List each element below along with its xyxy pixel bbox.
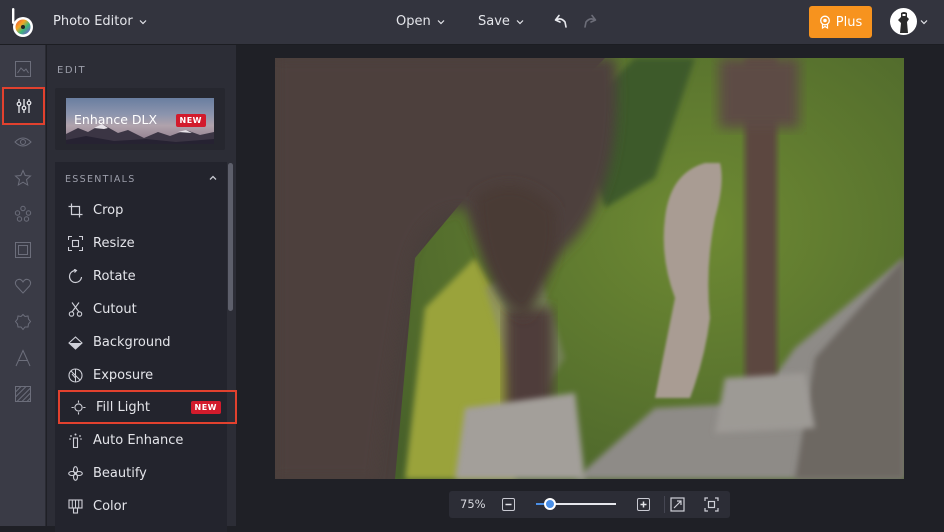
scissors-icon bbox=[68, 301, 82, 317]
rail-effects[interactable] bbox=[0, 124, 46, 160]
tool-crop[interactable]: Crop bbox=[57, 194, 225, 226]
background-icon bbox=[67, 335, 83, 350]
zoom-toolbar: 75% bbox=[449, 491, 730, 518]
rail-touch-up[interactable] bbox=[0, 196, 46, 232]
crop-icon bbox=[68, 203, 82, 217]
tool-rotate[interactable]: Rotate bbox=[57, 260, 225, 292]
adjustments-icon bbox=[16, 99, 31, 113]
user-avatar-icon bbox=[897, 11, 909, 33]
auto-enhance-icon bbox=[68, 433, 82, 448]
plus-icon bbox=[640, 501, 647, 508]
enhance-dlx-card[interactable]: Enhance DLX NEW bbox=[55, 88, 225, 150]
chevron-down-icon bbox=[920, 19, 928, 24]
heart-icon bbox=[14, 278, 32, 294]
edit-panel: EDIT Enhance DLX NEW ESSENTIALS Crop Res… bbox=[47, 45, 237, 532]
chevron-down-icon bbox=[516, 19, 524, 24]
tool-background[interactable]: Background bbox=[57, 326, 225, 358]
graphics-icon bbox=[14, 205, 32, 222]
save-menu-button[interactable]: Save bbox=[478, 14, 524, 29]
panel-section-label: EDIT bbox=[57, 65, 87, 76]
rail-overlays[interactable] bbox=[0, 268, 46, 304]
tool-label: Background bbox=[93, 334, 171, 350]
chevron-up-icon bbox=[209, 175, 217, 180]
rail-frames[interactable] bbox=[0, 232, 46, 268]
tool-auto-enhance[interactable]: Auto Enhance bbox=[57, 424, 225, 456]
tool-beautify[interactable]: Beautify bbox=[57, 457, 225, 489]
tool-resize[interactable]: Resize bbox=[57, 227, 225, 259]
rail-text[interactable] bbox=[0, 340, 46, 376]
tool-label: Fill Light bbox=[96, 399, 150, 415]
upgrade-plus-button[interactable]: Plus bbox=[809, 6, 872, 38]
undo-icon[interactable] bbox=[552, 12, 570, 30]
app-switcher[interactable]: Photo Editor bbox=[53, 14, 147, 29]
essentials-title: ESSENTIALS bbox=[65, 174, 136, 185]
panel-scrollbar[interactable] bbox=[228, 163, 233, 311]
minus-icon bbox=[505, 503, 512, 506]
tool-color[interactable]: Color bbox=[57, 490, 225, 522]
category-rail bbox=[0, 45, 46, 526]
text-icon bbox=[15, 349, 31, 367]
exposure-icon bbox=[67, 367, 83, 383]
rail-graphics[interactable] bbox=[0, 304, 46, 340]
top-bar: Photo Editor Open Save Plus bbox=[0, 0, 944, 45]
chevron-down-icon bbox=[437, 19, 445, 24]
enhance-dlx-title: Enhance DLX bbox=[74, 112, 158, 127]
essentials-header[interactable]: ESSENTIALS bbox=[65, 174, 217, 185]
tool-label: Auto Enhance bbox=[93, 432, 184, 448]
befunky-logo[interactable] bbox=[10, 6, 36, 38]
tool-label: Cutout bbox=[93, 301, 137, 317]
zoom-in-button[interactable] bbox=[637, 498, 650, 511]
canvas-area bbox=[237, 45, 944, 526]
tool-fill-light[interactable]: Fill Light NEW bbox=[58, 390, 237, 424]
tool-label: Exposure bbox=[93, 367, 154, 383]
tool-exposure[interactable]: Exposure bbox=[57, 359, 225, 391]
fill-light-icon bbox=[71, 400, 85, 414]
beautify-icon bbox=[67, 465, 83, 481]
rail-textures[interactable] bbox=[0, 376, 46, 412]
tool-label: Beautify bbox=[93, 465, 147, 481]
tool-label: Rotate bbox=[93, 268, 136, 284]
account-menu[interactable] bbox=[890, 8, 928, 35]
zoom-slider[interactable] bbox=[536, 498, 616, 510]
zoom-divider bbox=[664, 496, 665, 513]
photo-image bbox=[275, 58, 904, 479]
badge-icon bbox=[14, 313, 32, 331]
resize-icon bbox=[67, 235, 83, 251]
app-title: Photo Editor bbox=[53, 14, 133, 29]
redo-icon[interactable] bbox=[581, 12, 599, 30]
texture-icon bbox=[15, 386, 31, 402]
plus-label: Plus bbox=[835, 14, 863, 30]
award-icon bbox=[819, 15, 830, 29]
color-icon bbox=[67, 498, 83, 514]
save-label: Save bbox=[478, 14, 510, 29]
new-badge: NEW bbox=[175, 114, 206, 127]
actual-size-icon[interactable] bbox=[670, 497, 685, 512]
avatar bbox=[890, 8, 917, 35]
open-menu-button[interactable]: Open bbox=[396, 14, 445, 29]
zoom-slider-knob[interactable] bbox=[543, 498, 556, 510]
new-badge: NEW bbox=[190, 401, 221, 414]
rail-edit[interactable] bbox=[2, 87, 45, 125]
frame-icon bbox=[15, 242, 31, 258]
enhance-dlx-thumbnail: Enhance DLX NEW bbox=[66, 98, 214, 144]
rail-artsy[interactable] bbox=[0, 160, 46, 196]
fit-to-screen-icon[interactable] bbox=[704, 497, 719, 512]
rotate-icon bbox=[68, 268, 82, 283]
tool-cutout[interactable]: Cutout bbox=[57, 293, 225, 325]
chevron-down-icon bbox=[139, 19, 147, 24]
rail-image[interactable] bbox=[0, 51, 46, 87]
eye-icon bbox=[14, 137, 32, 147]
tool-label: Color bbox=[93, 498, 127, 514]
photo-canvas[interactable] bbox=[275, 58, 904, 479]
tool-label: Crop bbox=[93, 202, 124, 218]
open-label: Open bbox=[396, 14, 431, 29]
zoom-out-button[interactable] bbox=[502, 498, 515, 511]
tool-label: Resize bbox=[93, 235, 135, 251]
zoom-percent: 75% bbox=[460, 497, 486, 511]
star-icon bbox=[14, 169, 32, 187]
image-icon bbox=[15, 61, 31, 77]
